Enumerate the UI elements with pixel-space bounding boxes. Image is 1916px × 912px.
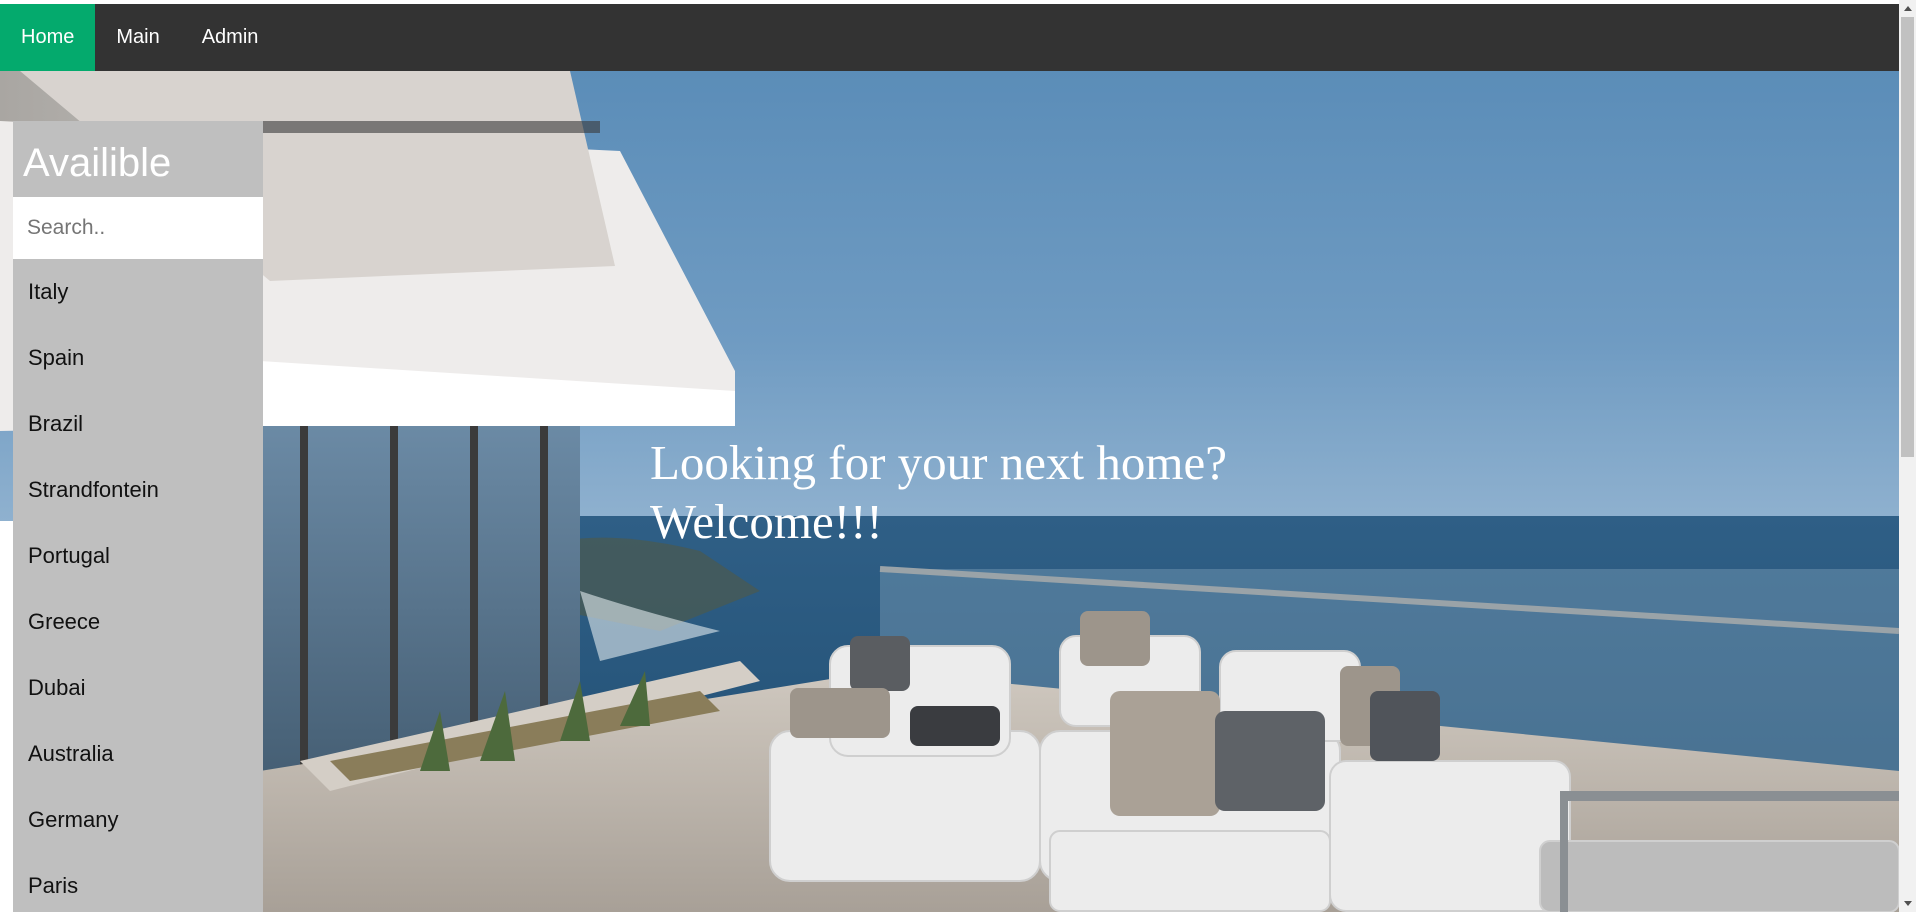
vertical-scrollbar[interactable]: [1899, 0, 1916, 912]
location-item-spain[interactable]: Spain: [13, 325, 263, 391]
location-item-dubai[interactable]: Dubai: [13, 655, 263, 721]
hero-image: Looking for your next home? Welcome!!!: [0, 71, 1899, 912]
hero-line-2: Welcome!!!: [650, 494, 883, 549]
search-input[interactable]: [13, 197, 263, 259]
nav-main-link[interactable]: Main: [95, 4, 180, 71]
top-navigation: Home Main Admin: [0, 4, 1899, 71]
chevron-down-icon[interactable]: [1899, 895, 1916, 912]
hero-line-1: Looking for your next home?: [650, 435, 1227, 490]
location-item-italy[interactable]: Italy: [13, 259, 263, 325]
nav-home-link[interactable]: Home: [0, 4, 96, 71]
location-item-paris[interactable]: Paris: [13, 853, 263, 912]
availability-sidebar: Availible Italy Spain Brazil Strandfonte…: [13, 121, 263, 912]
sidebar-title: Availible: [23, 141, 172, 185]
location-item-greece[interactable]: Greece: [13, 589, 263, 655]
location-item-strandfontein[interactable]: Strandfontein: [13, 457, 263, 523]
scrollbar-thumb[interactable]: [1901, 17, 1914, 457]
location-list: Italy Spain Brazil Strandfontein Portuga…: [13, 259, 263, 912]
top-edge: [0, 0, 1899, 4]
location-item-australia[interactable]: Australia: [13, 721, 263, 787]
page-viewport: Home Main Admin Looking for your next ho…: [0, 0, 1899, 912]
chevron-up-icon[interactable]: [1899, 0, 1916, 17]
location-item-germany[interactable]: Germany: [13, 787, 263, 853]
hero-headline: Looking for your next home? Welcome!!!: [650, 433, 1227, 551]
location-item-portugal[interactable]: Portugal: [13, 523, 263, 589]
location-item-brazil[interactable]: Brazil: [13, 391, 263, 457]
nav-admin-link[interactable]: Admin: [181, 4, 280, 71]
